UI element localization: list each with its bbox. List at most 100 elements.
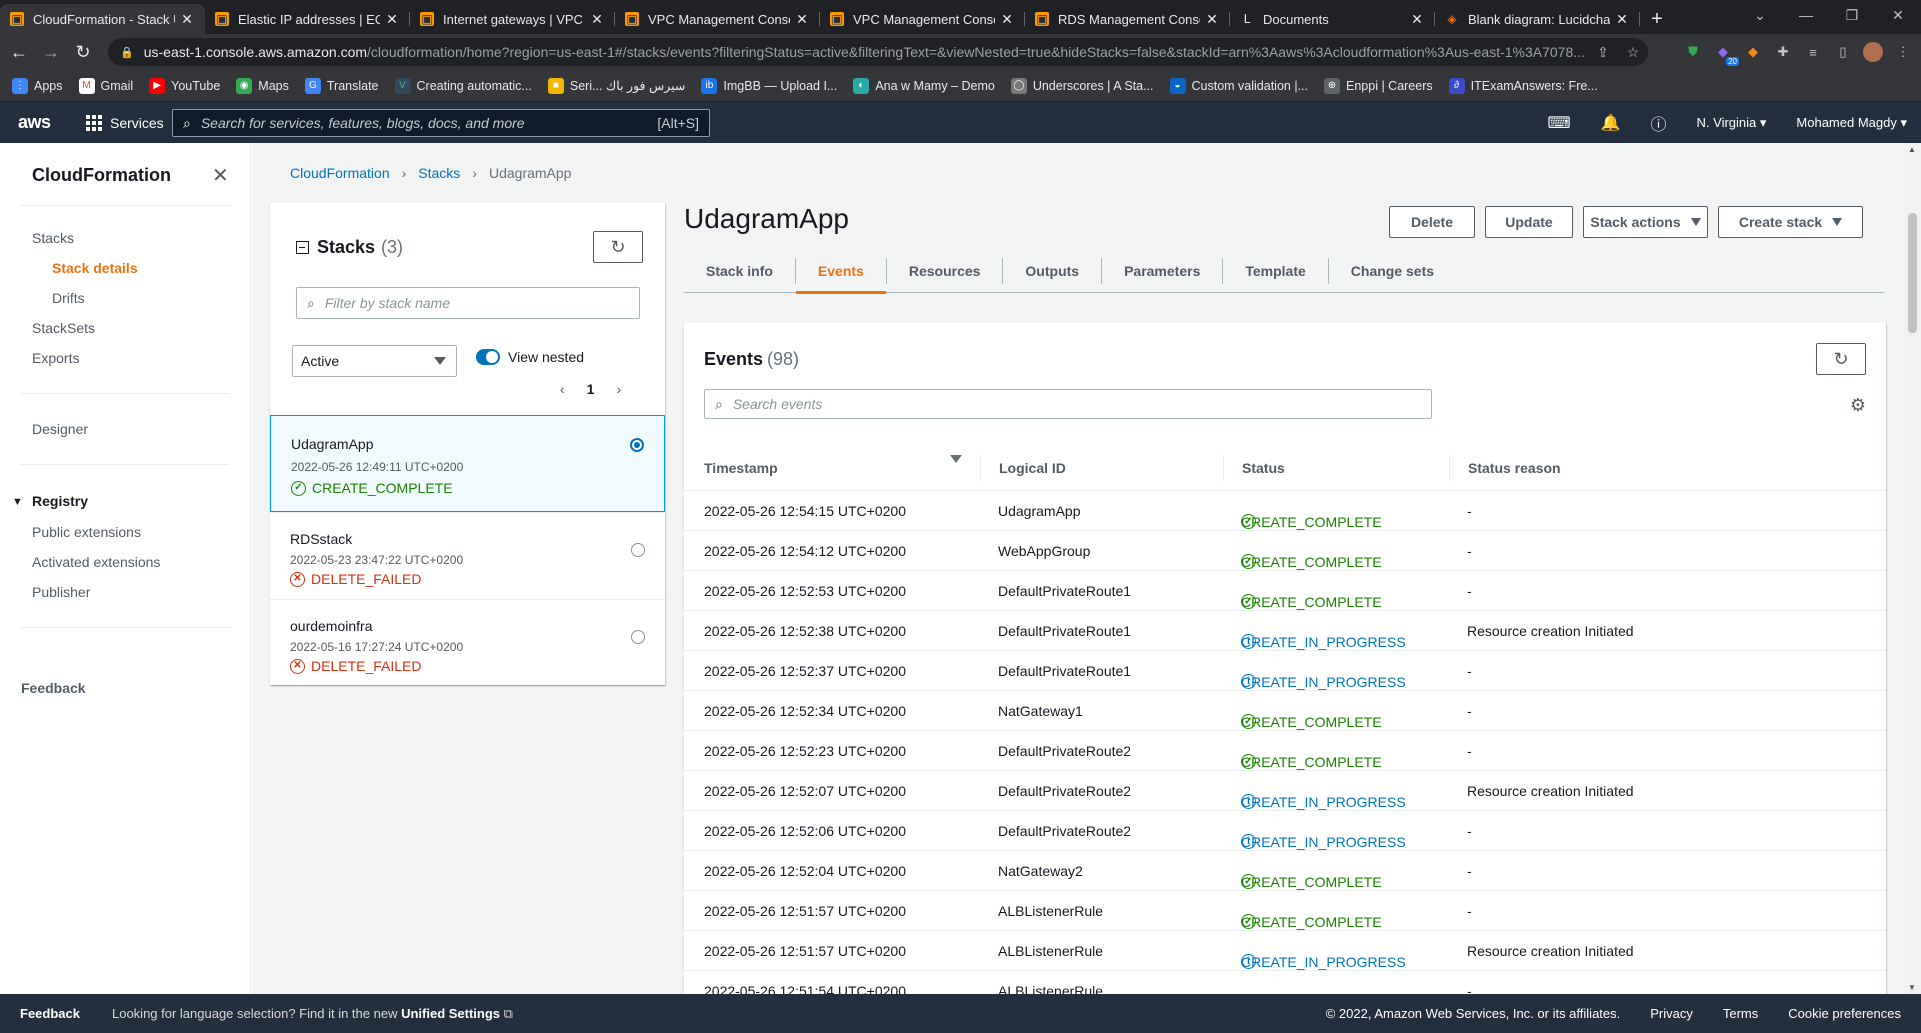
refresh-stacks-button[interactable]: ↻ <box>593 231 643 263</box>
view-nested-toggle[interactable] <box>476 349 500 365</box>
fox-extension-icon[interactable]: ◆ <box>1743 42 1763 62</box>
services-menu[interactable]: Services <box>86 114 164 131</box>
sidebar-item-exports[interactable]: Exports <box>32 350 79 366</box>
notifications-bell-icon[interactable]: 🔔 <box>1601 113 1621 133</box>
tab-template[interactable]: Template <box>1222 257 1327 284</box>
stack-actions-button[interactable]: Stack actions <box>1583 206 1708 238</box>
region-selector[interactable]: N. Virginia ▾ <box>1697 115 1767 131</box>
close-tab-icon[interactable]: ✕ <box>794 11 810 28</box>
shield-extension-icon[interactable]: ⛊ <box>1683 42 1703 62</box>
stack-radio[interactable] <box>631 630 645 644</box>
new-tab-icon[interactable]: + <box>1640 4 1674 34</box>
forward-icon[interactable]: → <box>38 42 64 63</box>
sort-descending-icon[interactable] <box>950 455 962 463</box>
bookmark-link[interactable]: ◒ Custom validation |... <box>1169 77 1308 94</box>
bookmark-link[interactable]: ib ImgBB — Upload I... <box>701 77 837 94</box>
close-tab-icon[interactable]: ✕ <box>999 11 1015 28</box>
terms-link[interactable]: Terms <box>1723 1006 1758 1021</box>
cloudshell-icon[interactable]: ⌨ <box>1548 113 1571 133</box>
bookmark-link[interactable]: ■ Seri... سيرس فور باك <box>547 77 685 94</box>
sidebar-item-public-extensions[interactable]: Public extensions <box>32 524 141 540</box>
tab-events[interactable]: Events <box>794 257 886 294</box>
bookmark-link[interactable]: V Creating automatic... <box>394 77 532 94</box>
bookmark-link[interactable]: ⊕ Enppi | Careers <box>1324 77 1433 94</box>
tab-outputs[interactable]: Outputs <box>1002 257 1101 284</box>
bookmark-link[interactable]: ◯ Underscores | A Sta... <box>1010 77 1154 94</box>
scroll-down-icon[interactable]: ▼ <box>1908 983 1916 992</box>
breadcrumb-stacks[interactable]: Stacks <box>418 165 460 181</box>
reading-list-icon[interactable]: ≡ <box>1803 42 1823 62</box>
stack-list-item[interactable]: RDSstack 2022-05-23 23:47:22 UTC+0200 ✕ D… <box>270 512 665 599</box>
browser-tab[interactable]: ▣ VPC Management Console ✕ <box>615 4 820 34</box>
sidebar-section-registry[interactable]: Registry <box>32 493 88 509</box>
account-menu[interactable]: Mohamed Magdy ▾ <box>1796 115 1907 131</box>
collapse-icon[interactable] <box>296 241 309 254</box>
bookmark-apps[interactable]: ⋮ Apps <box>12 77 63 94</box>
close-tab-icon[interactable]: ✕ <box>384 11 400 28</box>
close-tab-icon[interactable]: ✕ <box>179 11 195 28</box>
stack-filter-input[interactable]: ⌕ Filter by stack name <box>296 287 640 319</box>
bookmark-star-icon[interactable]: ☆ <box>1618 44 1648 61</box>
sidebar-item-stack-details[interactable]: Stack details <box>52 260 138 276</box>
stack-list-item[interactable]: UdagramApp 2022-05-26 12:49:11 UTC+0200 … <box>270 415 665 512</box>
profile-avatar[interactable] <box>1863 42 1883 62</box>
browser-tab[interactable]: ▣ Internet gateways | VPC Manag✕ <box>410 4 615 34</box>
back-icon[interactable]: ← <box>6 42 32 63</box>
browser-tab[interactable]: ◈ Blank diagram: Lucidchart ✕ <box>1435 4 1640 34</box>
sidebar-item-activated-extensions[interactable]: Activated extensions <box>32 554 160 570</box>
bookmark-gmail[interactable]: M Gmail <box>78 77 133 94</box>
tab-parameters[interactable]: Parameters <box>1101 257 1222 284</box>
sidebar-item-stacksets[interactable]: StackSets <box>32 320 95 336</box>
sidebar-item-designer[interactable]: Designer <box>32 421 88 437</box>
browser-tab[interactable]: ▣ Elastic IP addresses | EC2 Ma✕ <box>205 4 410 34</box>
browser-tab[interactable]: ▣ VPC Management Console ✕ <box>820 4 1025 34</box>
privacy-link[interactable]: Privacy <box>1650 1006 1693 1021</box>
column-logical-id[interactable]: Logical ID <box>980 454 1066 481</box>
browser-tab[interactable]: ▣ CloudFormation - Stack Udagra✕ <box>0 4 205 34</box>
create-stack-button[interactable]: Create stack <box>1718 206 1863 238</box>
stacks-panel-title[interactable]: Stacks (3) <box>296 237 403 258</box>
cookie-preferences-link[interactable]: Cookie preferences <box>1788 1006 1901 1021</box>
tab-search-icon[interactable]: ⌄ <box>1737 0 1783 30</box>
scroll-up-icon[interactable]: ▲ <box>1908 145 1916 154</box>
sidebar-item-stacks[interactable]: Stacks <box>32 230 74 246</box>
status-filter-select[interactable]: Active <box>292 345 457 377</box>
unified-settings-link[interactable]: Unified Settings <box>401 1006 500 1021</box>
breadcrumb-cloudformation[interactable]: CloudFormation <box>290 165 390 181</box>
tab-change-sets[interactable]: Change sets <box>1327 257 1456 284</box>
previous-page-icon[interactable]: ‹ <box>560 381 565 397</box>
share-icon[interactable]: ⇪ <box>1588 44 1618 61</box>
extension-badge-icon[interactable]: ◆ 20 <box>1713 42 1739 66</box>
tab-stack-info[interactable]: Stack info <box>684 258 795 284</box>
stack-radio[interactable] <box>631 543 645 557</box>
sidebar-item-publisher[interactable]: Publisher <box>32 584 90 600</box>
bookmark-youtube[interactable]: ▶ YouTube <box>149 77 220 94</box>
caret-down-icon[interactable]: ▼ <box>12 496 23 508</box>
column-timestamp[interactable]: Timestamp <box>704 455 778 481</box>
close-tab-icon[interactable]: ✕ <box>1204 11 1220 28</box>
close-window-icon[interactable]: ✕ <box>1875 0 1921 30</box>
footer-feedback-link[interactable]: Feedback <box>20 1006 80 1021</box>
close-icon[interactable]: ✕ <box>212 163 229 188</box>
reload-icon[interactable]: ↻ <box>70 42 96 63</box>
stack-radio[interactable] <box>630 438 644 452</box>
events-search-input[interactable]: ⌕ Search events <box>704 389 1432 419</box>
column-status-reason[interactable]: Status reason <box>1449 454 1561 481</box>
bookmark-maps[interactable]: ◉ Maps <box>236 77 289 94</box>
next-page-icon[interactable]: › <box>616 381 621 397</box>
help-icon[interactable]: ⓘ <box>1651 111 1667 135</box>
browser-menu-icon[interactable]: ⋮ <box>1893 42 1913 62</box>
scrollbar-thumb[interactable] <box>1908 213 1917 333</box>
lock-icon[interactable]: 🔒 <box>120 46 134 59</box>
update-button[interactable]: Update <box>1485 206 1573 238</box>
close-tab-icon[interactable]: ✕ <box>1409 11 1425 28</box>
browser-tab[interactable]: ▣ RDS Management Console✕ <box>1025 4 1230 34</box>
aws-logo[interactable]: aws <box>18 112 58 133</box>
url-bar[interactable]: 🔒 us-east-1.console.aws.amazon.com/cloud… <box>108 38 1648 66</box>
delete-button[interactable]: Delete <box>1389 206 1475 238</box>
minimize-icon[interactable]: — <box>1783 0 1829 30</box>
refresh-events-button[interactable]: ↻ <box>1816 343 1866 375</box>
side-panel-icon[interactable]: ▯ <box>1833 42 1853 62</box>
close-tab-icon[interactable]: ✕ <box>589 11 605 28</box>
sidebar-feedback-link[interactable]: Feedback <box>21 680 86 696</box>
